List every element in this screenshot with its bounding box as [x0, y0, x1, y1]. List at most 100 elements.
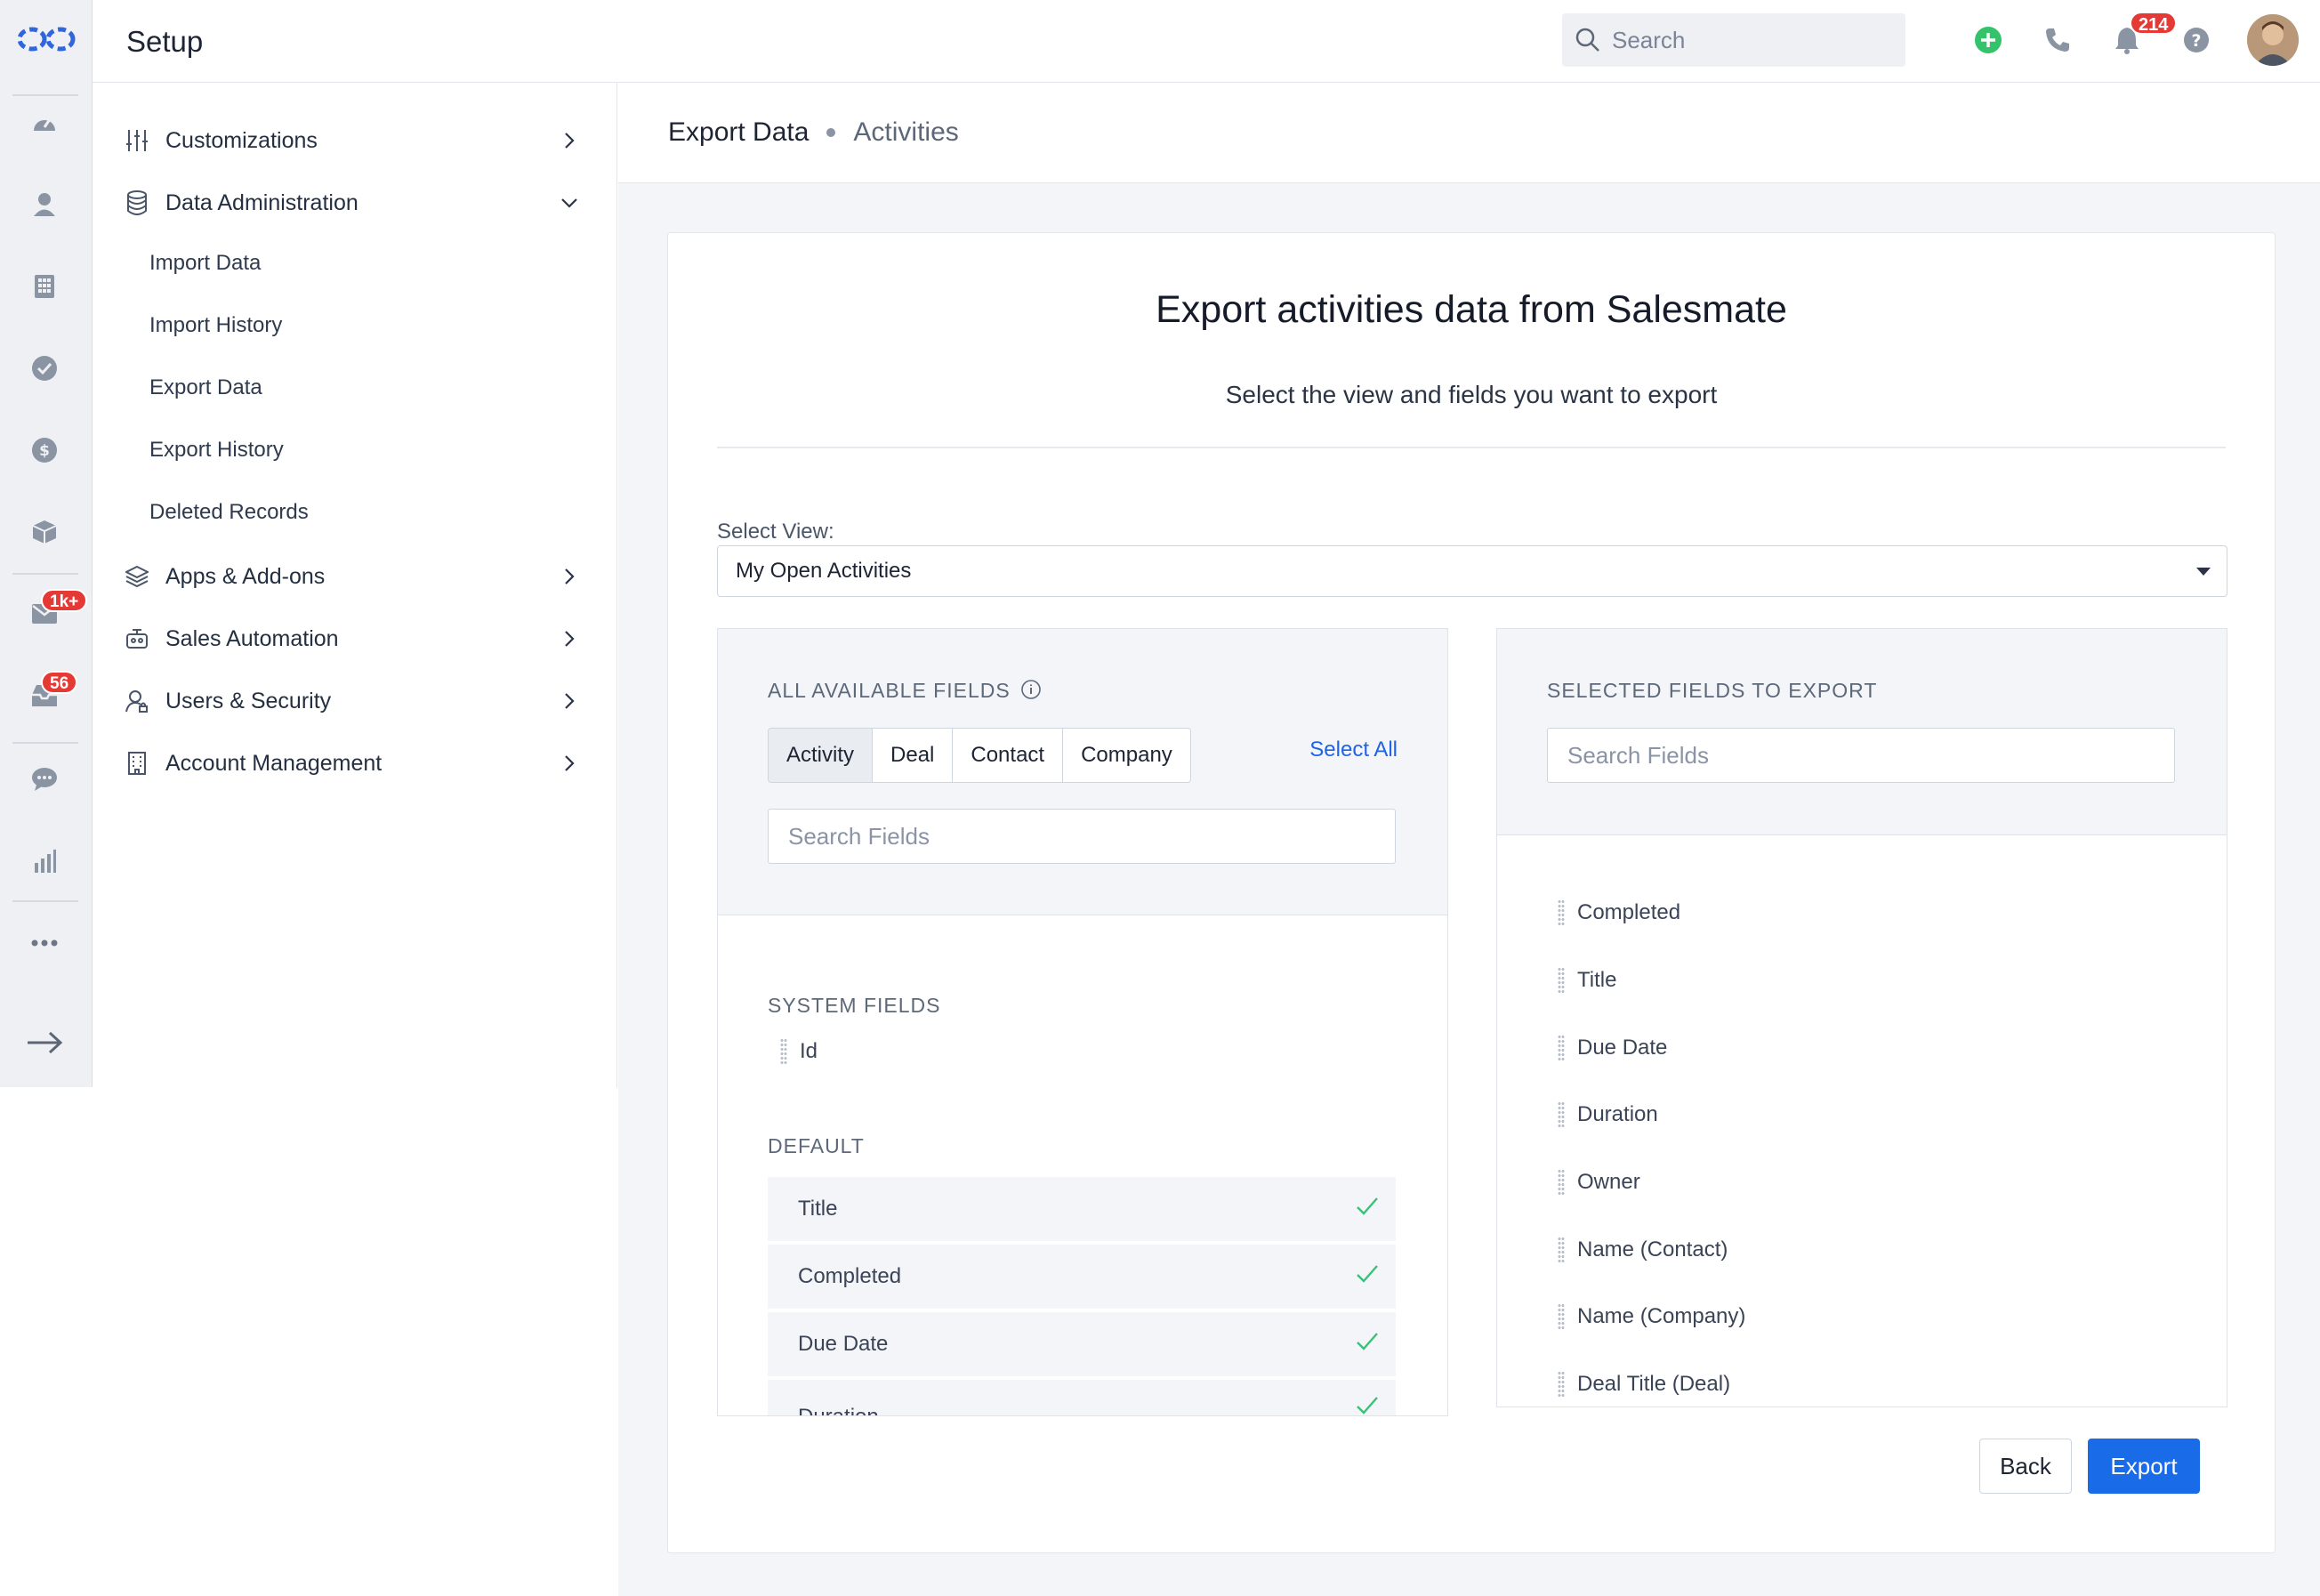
sub-item-deleted-records[interactable]: Deleted Records: [149, 492, 309, 533]
default-field-row[interactable]: Title: [768, 1177, 1396, 1241]
notifications-badge: 214: [2130, 12, 2178, 35]
drag-handle-icon[interactable]: [1558, 1237, 1565, 1263]
top-bar: Setup 214 ?: [93, 0, 2320, 83]
selected-field-item[interactable]: Owner: [1558, 1169, 1640, 1196]
default-field-row[interactable]: Duration: [768, 1380, 1396, 1415]
companies-icon[interactable]: [27, 269, 62, 304]
avatar[interactable]: [2247, 14, 2299, 66]
phone-icon[interactable]: [2041, 23, 2074, 57]
tab-activity[interactable]: Activity: [769, 729, 874, 782]
chat-icon[interactable]: [27, 762, 62, 797]
menu-item-customizations[interactable]: Customizations: [125, 118, 581, 163]
sliders-icon: [125, 128, 149, 153]
select-view-dropdown[interactable]: My Open Activities: [717, 545, 2227, 597]
products-icon[interactable]: [27, 514, 62, 550]
chevron-right-icon: [558, 565, 581, 594]
field-item[interactable]: Id: [780, 1038, 818, 1065]
drag-handle-icon[interactable]: [1558, 967, 1565, 994]
sub-item-export-history[interactable]: Export History: [149, 430, 284, 471]
menu-item-label: Users & Security: [165, 688, 332, 713]
menu-item-apps-addons[interactable]: Apps & Add-ons: [125, 554, 581, 599]
menu-item-data-administration[interactable]: Data Administration: [125, 181, 581, 225]
select-view-label: Select View:: [717, 520, 834, 544]
drag-handle-icon[interactable]: [1558, 1035, 1565, 1061]
info-icon[interactable]: [1020, 679, 1042, 705]
search-input[interactable]: [1612, 22, 1897, 58]
menu-item-label: Sales Automation: [165, 625, 339, 651]
menu-item-label: Account Management: [165, 750, 383, 776]
selected-field-item[interactable]: Completed: [1558, 899, 1680, 926]
check-icon: [1355, 1330, 1380, 1359]
deals-icon[interactable]: $: [27, 432, 62, 468]
selected-field-item[interactable]: Title: [1558, 967, 1616, 994]
main-content: Export Data Activities Export activities…: [618, 83, 2320, 1596]
sub-item-import-data[interactable]: Import Data: [149, 243, 261, 284]
breadcrumb-current: Activities: [853, 117, 959, 147]
menu-item-label: Data Administration: [165, 189, 358, 215]
menu-item-sales-automation[interactable]: Sales Automation: [125, 617, 581, 661]
default-field-row[interactable]: Due Date: [768, 1312, 1396, 1376]
tab-deal[interactable]: Deal: [873, 729, 954, 782]
select-all-link[interactable]: Select All: [1309, 738, 1398, 762]
drag-handle-icon[interactable]: [780, 1038, 787, 1065]
selected-field-item[interactable]: Due Date: [1558, 1035, 1667, 1061]
menu-item-account-management[interactable]: Account Management: [125, 741, 581, 786]
user-lock-icon: [125, 689, 149, 713]
chevron-right-icon: [558, 689, 581, 719]
drag-handle-icon[interactable]: [1558, 899, 1565, 926]
breadcrumb-parent[interactable]: Export Data: [668, 117, 809, 148]
tab-company[interactable]: Company: [1063, 729, 1190, 782]
selected-field-item[interactable]: Deal Title (Deal): [1558, 1371, 1730, 1398]
default-field-row[interactable]: Completed: [768, 1245, 1396, 1309]
selected-fields-header: SELECTED FIELDS TO EXPORT: [1497, 629, 2227, 835]
selected-field-item[interactable]: Name (Contact): [1558, 1237, 1728, 1263]
menu-item-users-security[interactable]: Users & Security: [125, 679, 581, 723]
page-title: Setup: [126, 25, 204, 58]
sub-item-import-history[interactable]: Import History: [149, 305, 282, 346]
more-icon[interactable]: [27, 925, 62, 961]
logo-icon[interactable]: [14, 20, 78, 59]
inbox-badge: 56: [41, 671, 78, 694]
selected-fields-search[interactable]: [1547, 728, 2175, 783]
setup-menu: Customizations Data Administration Impor…: [93, 83, 617, 1088]
system-fields-label: SYSTEM FIELDS: [768, 994, 941, 1017]
rail-divider: [12, 742, 78, 744]
dashboard-icon[interactable]: [27, 105, 62, 141]
drag-handle-icon[interactable]: [1558, 1101, 1565, 1128]
selected-field-item[interactable]: Duration: [1558, 1101, 1658, 1128]
selected-fields-title: SELECTED FIELDS TO EXPORT: [1547, 679, 1878, 702]
available-fields-search[interactable]: [768, 809, 1396, 864]
rail-divider: [12, 573, 78, 575]
available-fields-title: ALL AVAILABLE FIELDS: [768, 679, 1042, 705]
database-icon: [125, 190, 149, 215]
caret-down-icon: [2196, 568, 2211, 576]
svg-text:$: $: [39, 442, 50, 460]
drag-handle-icon[interactable]: [1558, 1169, 1565, 1196]
available-fields-header: ALL AVAILABLE FIELDS Activity Deal Conta…: [718, 629, 1447, 915]
breadcrumb-separator: [826, 128, 836, 137]
building-icon: [125, 751, 149, 776]
export-button[interactable]: Export: [2088, 1439, 2200, 1494]
activities-icon[interactable]: [27, 351, 62, 386]
contacts-icon[interactable]: [27, 187, 62, 222]
rail-divider: [12, 94, 78, 96]
selected-fields-panel: SELECTED FIELDS TO EXPORT Completed Titl…: [1496, 628, 2227, 1407]
drag-handle-icon[interactable]: [1558, 1303, 1565, 1330]
sub-item-export-data[interactable]: Export Data: [149, 367, 262, 408]
selected-field-item[interactable]: Name (Company): [1558, 1303, 1745, 1330]
expand-icon[interactable]: [23, 1025, 66, 1060]
menu-item-label: Apps & Add-ons: [165, 563, 326, 589]
drag-handle-icon[interactable]: [1558, 1371, 1565, 1398]
reports-icon[interactable]: [27, 843, 62, 879]
tab-contact[interactable]: Contact: [953, 729, 1064, 782]
help-icon[interactable]: ?: [2179, 23, 2213, 57]
add-icon[interactable]: [1971, 23, 2005, 57]
export-subtitle: Select the view and fields you want to e…: [1225, 381, 1718, 408]
check-icon: [1355, 1394, 1380, 1415]
breadcrumb: Export Data Activities: [618, 83, 2320, 183]
back-button[interactable]: Back: [1979, 1439, 2072, 1494]
chevron-down-icon: [558, 191, 581, 221]
rail-divider: [12, 900, 78, 902]
global-search[interactable]: [1562, 13, 1905, 67]
default-fields-label: DEFAULT: [768, 1134, 865, 1157]
